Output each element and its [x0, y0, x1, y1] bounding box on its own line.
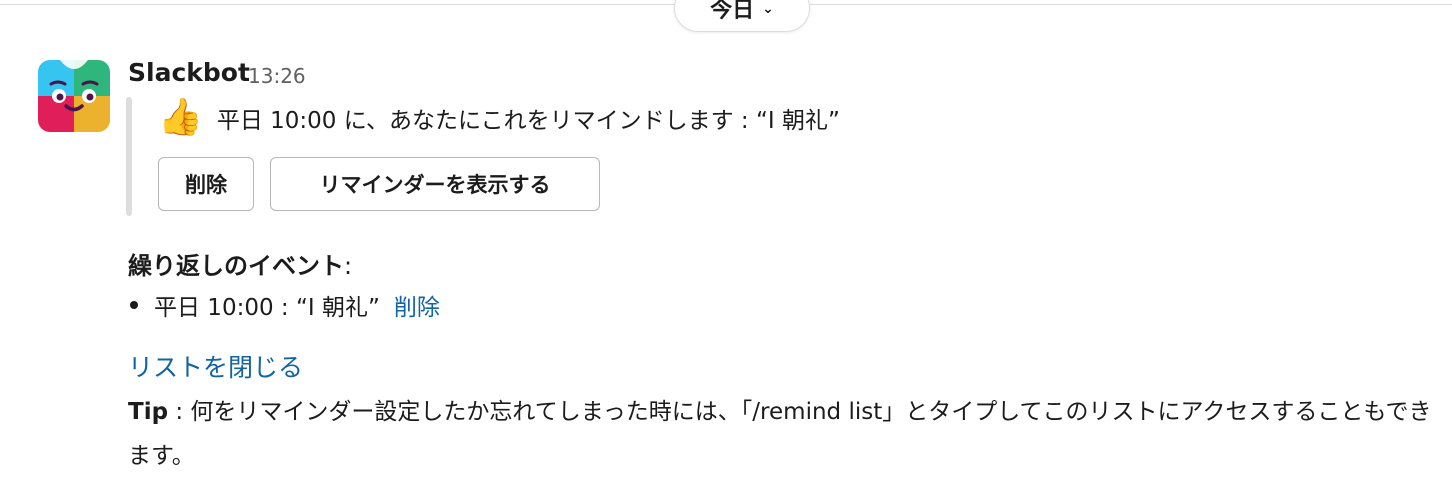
event-text: 平日 10:00 : “I 朝礼”	[154, 295, 380, 321]
list-item: 平日 10:00 : “I 朝礼” 削除	[128, 288, 440, 322]
date-divider-label: 今日	[710, 0, 755, 23]
chevron-down-icon: ⌄	[762, 1, 774, 17]
message-timestamp[interactable]: 13:26	[248, 64, 306, 88]
reminder-text: 平日 10:00 に、あなたにこれをリマインドします : “I 朝礼”	[216, 108, 840, 134]
recurring-events-heading: 繰り返しのイベント:	[128, 246, 352, 281]
avatar[interactable]	[38, 60, 110, 132]
close-list-link[interactable]: リストを閉じる	[128, 348, 303, 384]
event-delete-link[interactable]: 削除	[394, 288, 440, 322]
bullet-icon	[130, 301, 138, 309]
attachment-bar	[126, 97, 132, 216]
recurring-heading-label: 繰り返しのイベント	[128, 252, 344, 280]
show-reminder-button[interactable]: リマインダーを表示する	[270, 157, 600, 211]
tip-body: : 何をリマインダー設定したか忘れてしまった時には、「/remind list」…	[128, 399, 1432, 469]
thumbs-up-icon: 👍	[158, 97, 203, 138]
sender-name[interactable]: Slackbot	[128, 58, 250, 87]
tip-label: Tip	[128, 399, 169, 425]
message-pane: 今日 ⌄ Slackbot 13:26 👍 平日 10:00 に、あなたにこれを…	[0, 0, 1452, 496]
delete-button[interactable]: 削除	[158, 157, 254, 211]
slackbot-avatar-icon	[38, 60, 110, 132]
tip-text: Tip : 何をリマインダー設定したか忘れてしまった時には、「/remind l…	[128, 390, 1444, 478]
date-divider-button[interactable]: 今日 ⌄	[674, 0, 810, 32]
recurring-heading-colon: :	[344, 252, 353, 280]
reminder-text-row: 👍 平日 10:00 に、あなたにこれをリマインドします : “I 朝礼”	[158, 96, 840, 140]
